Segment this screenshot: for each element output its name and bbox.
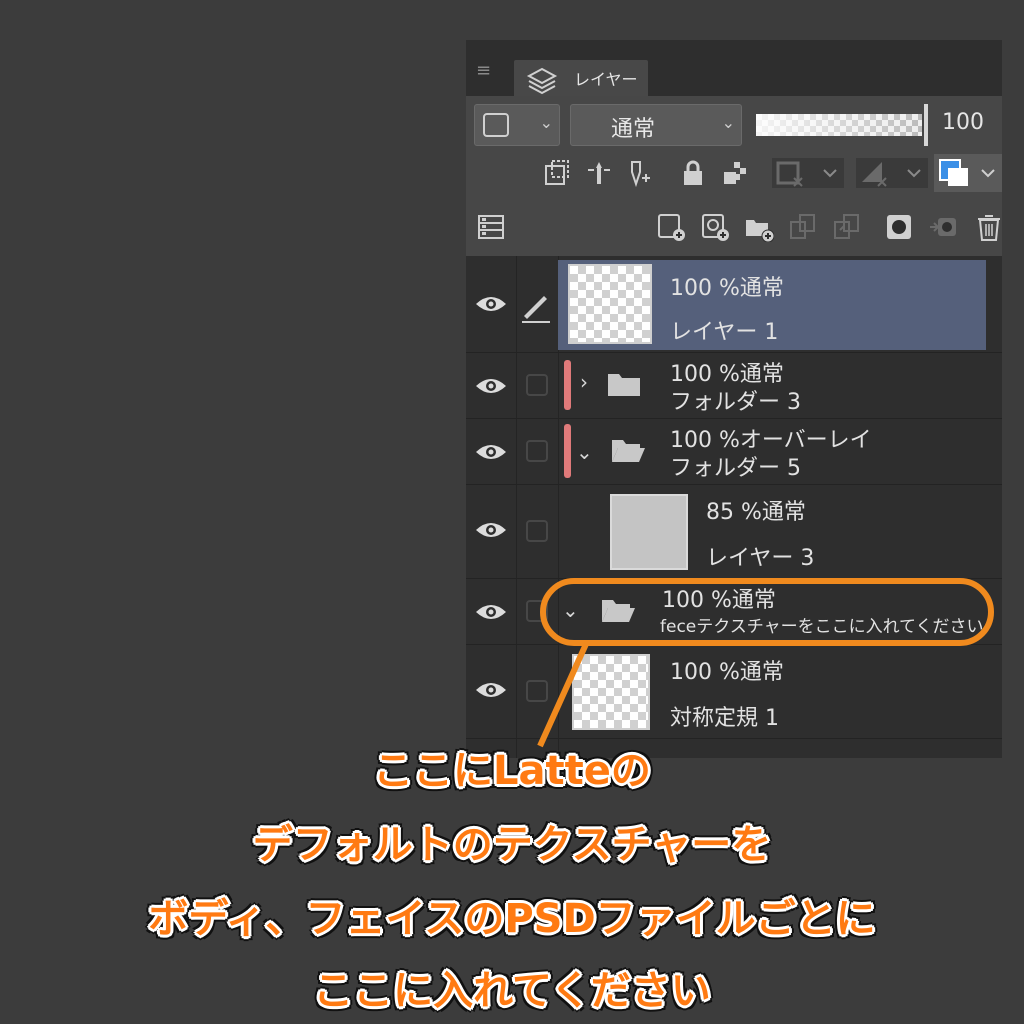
layer-color-icon[interactable]: [934, 154, 1002, 192]
blend-mode-label: 通常: [611, 117, 656, 142]
folder-color-bar: [564, 424, 571, 478]
folder-color-bar: [564, 360, 571, 410]
layer-name: 対称定規 1: [670, 706, 779, 731]
annotation-line-1: ここにLatteの: [373, 748, 651, 794]
pen-icon: [522, 296, 550, 323]
opacity-slider[interactable]: [756, 114, 922, 136]
layers-icon: [526, 67, 558, 95]
eye-icon[interactable]: [474, 680, 508, 700]
blend-mode-select[interactable]: 通常 ⌄: [570, 104, 742, 146]
chevron-down-icon: ⌄: [721, 113, 735, 132]
new-vector-layer-icon[interactable]: [700, 212, 730, 242]
layer-name: レイヤー 1: [670, 320, 779, 345]
new-raster-layer-icon[interactable]: [656, 212, 686, 242]
eye-icon[interactable]: [474, 294, 508, 314]
layer-checkbox[interactable]: [526, 374, 548, 396]
reference-layer-icon[interactable]: [584, 158, 614, 188]
callout-line: [537, 642, 589, 748]
eye-icon[interactable]: [474, 602, 508, 622]
layer-thumbnail: [610, 494, 688, 570]
chevron-down-icon[interactable]: ⌄: [576, 440, 593, 464]
eye-icon[interactable]: [474, 442, 508, 462]
delete-layer-icon[interactable]: [974, 212, 1002, 242]
annotation-line-3: ボディ、フェイスのPSDファイルごとに: [148, 896, 876, 942]
lock-transparency-icon[interactable]: [720, 158, 750, 188]
chevron-right-icon[interactable]: ›: [580, 370, 588, 394]
menu-icon[interactable]: ≡: [476, 62, 498, 80]
folder-row[interactable]: › 100 %通常 フォルダー 3: [466, 352, 1002, 419]
layer-checkbox[interactable]: [526, 520, 548, 542]
opacity-slider-handle[interactable]: [924, 104, 928, 146]
annotation-line-2: デフォルトのテクスチャーを: [252, 822, 772, 868]
eye-icon[interactable]: [474, 520, 508, 540]
layer-checkbox[interactable]: [526, 440, 548, 462]
tab-layer[interactable]: レイヤー: [514, 60, 648, 96]
ruler-enable-icon[interactable]: [856, 158, 928, 188]
panel-tab-bar: ≡ レイヤー: [466, 40, 1002, 96]
layer-property-icon[interactable]: [476, 212, 506, 242]
opacity-value[interactable]: 100: [942, 110, 984, 135]
clip-to-layer-below-icon[interactable]: [542, 158, 572, 188]
tab-label: レイヤー: [574, 70, 638, 89]
create-layer-mask-icon[interactable]: [884, 212, 914, 242]
combine-to-layer-below-icon[interactable]: [832, 212, 862, 242]
annotation-line-4: ここに入れてください: [313, 968, 711, 1014]
layer-name: フォルダー 5: [670, 456, 801, 481]
layer-opacity-mode: 100 %通常: [670, 276, 784, 301]
layer-name: フォルダー 3: [670, 390, 801, 415]
layer-thumbnail: [568, 264, 652, 344]
chevron-down-icon: ⌄: [539, 113, 553, 132]
folder-row[interactable]: ⌄ 100 %オーバーレイ フォルダー 5: [466, 418, 1002, 485]
layer-row[interactable]: 100 %通常 レイヤー 1: [466, 256, 1002, 353]
layer-opacity-mode: 85 %通常: [706, 500, 806, 525]
layer-color-select[interactable]: ⌄: [474, 104, 560, 146]
folder-icon: [608, 374, 640, 396]
layer-color-swatch-icon: [483, 113, 509, 137]
apply-mask-icon[interactable]: [928, 212, 958, 242]
highlight-ring: [540, 578, 994, 646]
mask-enable-icon[interactable]: [772, 158, 844, 188]
transfer-to-lower-layer-icon[interactable]: [788, 212, 818, 242]
layer-opacity-mode: 100 %通常: [670, 660, 784, 685]
new-folder-icon[interactable]: [744, 212, 775, 243]
eye-icon[interactable]: [474, 376, 508, 396]
draft-layer-icon[interactable]: [626, 158, 656, 188]
open-folder-icon: [612, 440, 645, 462]
layer-name: レイヤー 3: [706, 546, 815, 571]
layer-row[interactable]: 85 %通常 レイヤー 3: [466, 484, 1002, 579]
lock-icon[interactable]: [678, 158, 708, 188]
